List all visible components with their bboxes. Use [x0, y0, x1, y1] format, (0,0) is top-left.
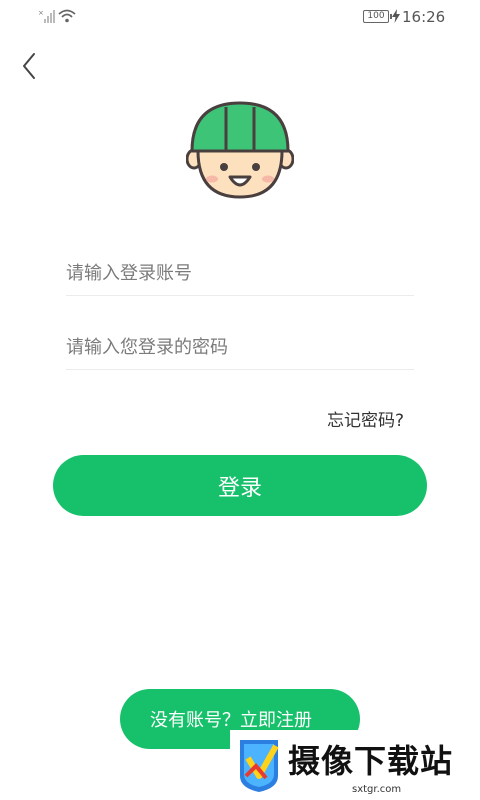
- watermark-title: 摄像下载站: [288, 742, 454, 780]
- worker-avatar-icon: [186, 101, 294, 199]
- status-bar: × 100 16:26: [0, 0, 480, 36]
- status-time: 16:26: [402, 8, 446, 26]
- watermark-badge: 摄像下载站 sxtgr.com: [230, 730, 480, 800]
- watermark-url: sxtgr.com: [352, 784, 402, 795]
- wifi-icon: [58, 9, 76, 23]
- signal-icon: ×: [38, 9, 55, 23]
- svg-text:×: ×: [38, 9, 44, 17]
- password-input[interactable]: [66, 325, 414, 370]
- account-input[interactable]: [66, 251, 414, 296]
- login-button[interactable]: 登录: [53, 455, 427, 516]
- battery-icon: 100: [363, 10, 392, 23]
- forgot-password-link[interactable]: 忘记密码?: [327, 406, 404, 431]
- charging-icon: [392, 9, 400, 23]
- watermark-logo-icon: [240, 740, 279, 792]
- back-arrow-icon[interactable]: [14, 48, 46, 84]
